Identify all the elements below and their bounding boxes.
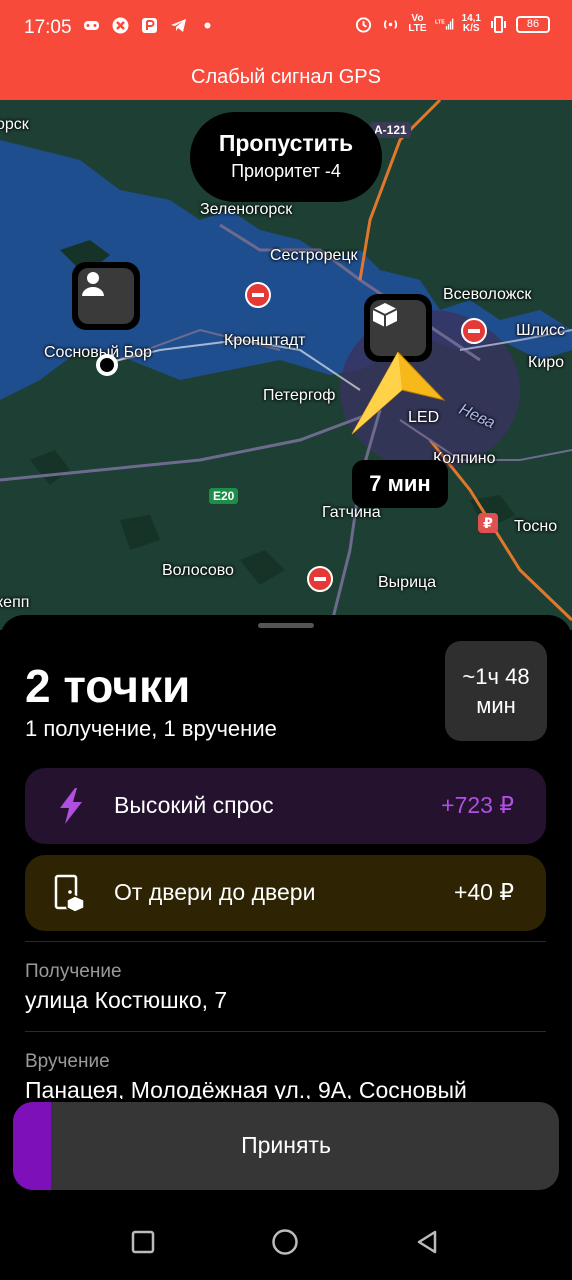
telegram-icon — [169, 16, 188, 35]
back-icon[interactable] — [413, 1228, 441, 1256]
order-eta-box: ~1ч 48 мин — [445, 641, 547, 741]
hotspot-icon — [381, 15, 400, 34]
delivery-point-pin[interactable] — [72, 262, 140, 330]
alarm-icon — [354, 15, 373, 34]
app-p-icon — [140, 16, 159, 35]
map-label-volosovo: Волосово — [162, 562, 234, 579]
gamepad-icon — [82, 16, 101, 35]
door-to-door-amount: +40 ₽ — [453, 879, 514, 905]
package-icon — [370, 300, 426, 356]
door-to-door-label: От двери до двери — [114, 879, 316, 905]
no-entry-icon — [461, 318, 487, 344]
delivery-address-clip: Панацея, Молодёжная ул., 9А, Сосновый — [0, 1075, 572, 1099]
gps-warning-text: Слабый сигнал GPS — [191, 66, 381, 88]
accept-label: Принять — [241, 1132, 331, 1158]
delivery-location-dot — [96, 354, 118, 376]
svg-text:LTE: LTE — [435, 19, 445, 25]
map-label-vyritsa: Вырица — [378, 574, 437, 591]
map-view[interactable]: орск А-121 Зеленогорск Сестрорецк Всевол… — [0, 100, 572, 630]
home-icon[interactable] — [271, 1228, 299, 1256]
pickup-address: улица Костюшко, 7 — [25, 987, 228, 1013]
map-label-kronshtadt: Кронштадт — [224, 332, 306, 349]
road-badge-e20: E20 — [209, 488, 239, 504]
map-label-zelenogorsk: Зеленогорск — [200, 201, 293, 218]
order-title: 2 точки — [25, 660, 191, 712]
gps-warning-banner: Слабый сигнал GPS — [0, 58, 572, 100]
status-time: 17:05 — [24, 17, 72, 38]
divider — [25, 941, 546, 942]
pickup-label: Получение — [25, 961, 122, 982]
notification-icons — [82, 16, 217, 35]
status-bar: 17:05 Vo LTE LTE 14,1 K/S 86 — [0, 0, 572, 58]
divider — [25, 1031, 546, 1032]
map-label-tosno: Тосно — [514, 518, 558, 535]
map-label-kiro: Киро — [528, 354, 565, 371]
volte-indicator: Vo LTE — [408, 13, 427, 34]
ruble-marker-icon: ₽ — [478, 513, 498, 533]
dot-icon — [198, 16, 217, 35]
high-demand-amount: +723 ₽ — [441, 792, 514, 818]
lightning-icon — [51, 786, 91, 826]
shield-x-icon — [111, 16, 130, 35]
high-demand-card[interactable]: Высокий спрос +723 ₽ — [25, 768, 546, 844]
map-label-vsevolozhsk: Всеволожск — [443, 286, 532, 303]
skip-priority: Приоритет -4 — [231, 161, 341, 181]
map-eta-label: 7 мин — [352, 460, 448, 508]
sheet-drag-handle[interactable] — [258, 623, 314, 628]
map-label-petergof: Петергоф — [263, 387, 336, 404]
signal-icon: LTE — [435, 15, 454, 34]
no-entry-icon — [245, 282, 271, 308]
order-eta-line2: мин — [476, 693, 516, 718]
skip-button[interactable]: Пропустить Приоритет -4 — [190, 112, 382, 202]
no-entry-icon — [307, 566, 333, 592]
door-to-door-card[interactable]: От двери до двери +40 ₽ — [25, 855, 546, 931]
system-status-icons: Vo LTE LTE 14,1 K/S 86 — [354, 14, 550, 34]
system-nav-bar — [0, 1200, 572, 1280]
map-label-orsk: орск — [0, 116, 29, 133]
order-eta-line1: ~1ч 48 — [462, 664, 530, 689]
delivery-label: Вручение — [25, 1051, 110, 1072]
door-package-icon — [51, 873, 91, 913]
vibrate-icon — [489, 15, 508, 34]
battery-icon: 86 — [516, 15, 550, 33]
navigation-arrow-icon — [351, 352, 446, 435]
net-speed: 14,1 K/S — [461, 13, 481, 34]
high-demand-label: Высокий спрос — [114, 792, 274, 818]
delivery-address: Панацея, Молодёжная ул., 9А, Сосновый — [25, 1077, 467, 1099]
map-label-kepp: кепп — [0, 594, 30, 611]
person-icon — [78, 268, 134, 324]
accept-slider-button[interactable]: Принять — [13, 1102, 559, 1190]
map-label-shlis: Шлисс — [516, 322, 565, 339]
skip-title: Пропустить — [218, 130, 354, 156]
recents-icon[interactable] — [129, 1228, 157, 1256]
map-label-sestroretsk: Сестрорецк — [270, 247, 358, 264]
order-subtitle: 1 получение, 1 вручение — [25, 716, 277, 741]
